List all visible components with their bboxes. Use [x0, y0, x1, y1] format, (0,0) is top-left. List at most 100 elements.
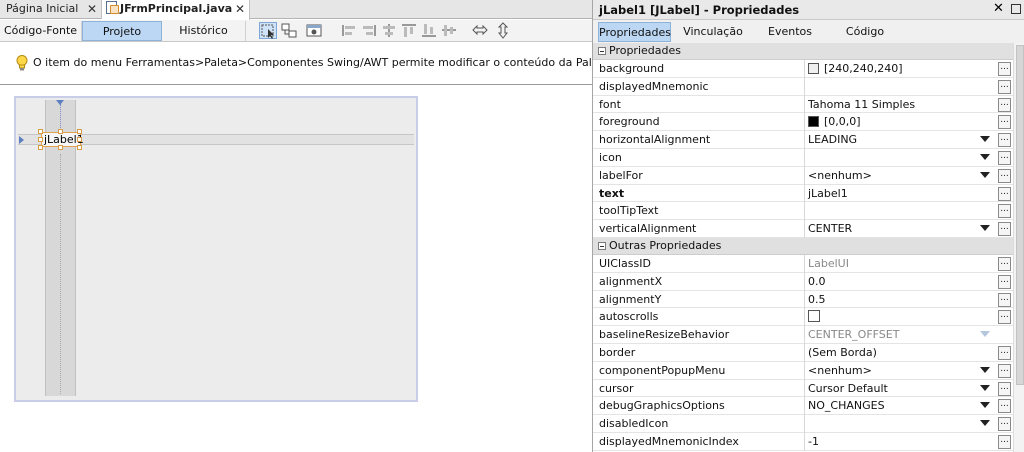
- resize-vertical-icon[interactable]: [494, 22, 512, 39]
- collapse-icon[interactable]: [598, 241, 606, 250]
- property-row-icon[interactable]: icon...: [593, 148, 1013, 167]
- jframe-form[interactable]: jLabel1: [14, 96, 418, 402]
- property-row-alignmentY[interactable]: alignmentY 0.5...: [593, 290, 1013, 309]
- property-value[interactable]: jLabel1: [804, 184, 987, 203]
- align-bottom-icon[interactable]: [420, 22, 438, 39]
- resize-horizontal-icon[interactable]: [471, 22, 489, 39]
- design-canvas[interactable]: jLabel1: [0, 86, 592, 452]
- property-value[interactable]: 0.0: [804, 272, 987, 291]
- property-value[interactable]: Cursor Default: [804, 379, 987, 398]
- resize-handle[interactable]: [77, 137, 82, 142]
- align-right-icon[interactable]: [360, 22, 378, 39]
- property-value[interactable]: (Sem Borda): [804, 343, 987, 362]
- source-view-button[interactable]: Código-Fonte: [0, 21, 82, 41]
- center-vertical-icon[interactable]: [440, 22, 458, 39]
- collapse-icon[interactable]: [598, 47, 606, 55]
- property-row-alignmentX[interactable]: alignmentX 0.0...: [593, 272, 1013, 291]
- property-row-autoscrolls[interactable]: autoscrolls...: [593, 308, 1013, 327]
- design-view-button[interactable]: Projeto: [82, 21, 162, 41]
- property-value[interactable]: [804, 148, 987, 167]
- checkbox[interactable]: [808, 310, 820, 323]
- ellipsis-button[interactable]: ...: [998, 115, 1011, 130]
- tab-codigo[interactable]: Código: [833, 22, 897, 42]
- connection-mode-icon[interactable]: [280, 22, 298, 39]
- property-value[interactable]: [804, 77, 987, 96]
- property-row-componentPopupMenu[interactable]: componentPopupMenu <nenhum>...: [593, 361, 1013, 380]
- ellipsis-button[interactable]: ...: [998, 62, 1011, 76]
- property-value[interactable]: LEADING: [804, 131, 987, 149]
- property-row-verticalAlignment[interactable]: verticalAlignment CENTER...: [593, 220, 1013, 238]
- chevron-down-icon[interactable]: [980, 331, 990, 338]
- chevron-down-icon[interactable]: [980, 136, 990, 143]
- chevron-down-icon[interactable]: [980, 402, 990, 409]
- close-icon[interactable]: ✕: [87, 0, 97, 18]
- ellipsis-button[interactable]: ...: [998, 186, 1011, 201]
- chevron-down-icon[interactable]: [980, 171, 990, 178]
- property-value[interactable]: LabelUI: [804, 254, 987, 273]
- property-row-toolTipText[interactable]: toolTipText...: [593, 202, 1013, 221]
- property-value[interactable]: CENTER: [804, 220, 987, 238]
- property-row-labelFor[interactable]: labelFor <nenhum>...: [593, 166, 1013, 185]
- property-row-background[interactable]: background [240,240,240]...: [593, 60, 1013, 78]
- chevron-down-icon[interactable]: [980, 366, 990, 373]
- resize-handle[interactable]: [38, 137, 43, 142]
- preview-design-icon[interactable]: [305, 22, 323, 39]
- property-value[interactable]: [804, 202, 987, 221]
- property-row-displayedMnemonic[interactable]: displayedMnemonic...: [593, 77, 1013, 96]
- tab-propriedades[interactable]: Propriedades: [598, 22, 671, 42]
- property-value[interactable]: 0.5: [804, 290, 987, 309]
- chevron-down-icon[interactable]: [980, 153, 990, 160]
- ellipsis-button[interactable]: ...: [998, 79, 1011, 94]
- align-left-icon[interactable]: [340, 22, 358, 39]
- tab-pagina-inicial[interactable]: Página Inicial ✕: [0, 0, 102, 19]
- resize-handle[interactable]: [77, 129, 82, 134]
- ellipsis-button[interactable]: ...: [998, 168, 1011, 183]
- property-row-debugGraphicsOptions[interactable]: debugGraphicsOptions NO_CHANGES...: [593, 397, 1013, 416]
- property-row-displayedMnemonicIndex[interactable]: displayedMnemonicIndex -1...: [593, 432, 1013, 451]
- tab-eventos[interactable]: Eventos: [758, 22, 822, 42]
- center-horizontal-icon[interactable]: [380, 22, 398, 39]
- property-value[interactable]: [240,240,240]: [804, 60, 987, 78]
- property-value[interactable]: [0,0,0]: [804, 113, 987, 132]
- chevron-down-icon[interactable]: [980, 420, 990, 427]
- property-row-cursor[interactable]: cursor Cursor Default...: [593, 379, 1013, 398]
- property-value[interactable]: CENTER_OFFSET: [804, 326, 987, 344]
- align-top-icon[interactable]: [400, 22, 418, 39]
- resize-handle[interactable]: [58, 129, 63, 134]
- tab-jfrmprincipal[interactable]: JFrmPrincipal.java ✕: [102, 0, 250, 20]
- property-row-baselineResizeBehavior[interactable]: baselineResizeBehavior CENTER_OFFSET: [593, 326, 1013, 344]
- property-row-UIClassID[interactable]: UIClassID LabelUI...: [593, 254, 1013, 273]
- resize-handle[interactable]: [38, 129, 43, 134]
- maximize-icon[interactable]: [1011, 4, 1021, 14]
- chevron-down-icon[interactable]: [980, 384, 990, 391]
- close-icon[interactable]: ✕: [235, 0, 245, 18]
- scrollbar-thumb[interactable]: [1016, 45, 1024, 385]
- property-row-font[interactable]: font Tahoma 11 Simples...: [593, 95, 1013, 114]
- ellipsis-button[interactable]: ...: [998, 150, 1011, 165]
- ellipsis-button[interactable]: ...: [998, 345, 1011, 360]
- section-header[interactable]: Outras Propriedades: [593, 237, 1013, 255]
- ellipsis-button[interactable]: ...: [998, 363, 1011, 378]
- ellipsis-button[interactable]: ...: [998, 292, 1011, 307]
- close-icon[interactable]: ✕: [993, 1, 1004, 16]
- property-value[interactable]: <nenhum>: [804, 361, 987, 380]
- tab-vinculacao[interactable]: Vinculação: [673, 22, 753, 42]
- property-value[interactable]: [804, 308, 987, 327]
- history-view-button[interactable]: Histórico: [162, 21, 246, 41]
- ellipsis-button[interactable]: ...: [998, 133, 1011, 148]
- ellipsis-button[interactable]: ...: [998, 434, 1011, 449]
- ellipsis-button[interactable]: ...: [998, 274, 1011, 289]
- property-sheet-scrollbar[interactable]: [1013, 43, 1024, 452]
- property-row-disabledIcon[interactable]: disabledIcon...: [593, 415, 1013, 433]
- resize-handle[interactable]: [58, 145, 63, 150]
- property-row-foreground[interactable]: foreground [0,0,0]...: [593, 113, 1013, 132]
- property-row-horizontalAlignment[interactable]: horizontalAlignment LEADING...: [593, 131, 1013, 149]
- resize-handle[interactable]: [38, 145, 43, 150]
- ellipsis-button[interactable]: ...: [998, 256, 1011, 271]
- property-row-border[interactable]: border (Sem Borda)...: [593, 343, 1013, 362]
- property-value[interactable]: Tahoma 11 Simples: [804, 95, 987, 114]
- ellipsis-button[interactable]: ...: [998, 222, 1011, 237]
- ellipsis-button[interactable]: ...: [998, 399, 1011, 414]
- ellipsis-button[interactable]: ...: [998, 381, 1011, 396]
- property-row-text[interactable]: text jLabel1...: [593, 184, 1013, 203]
